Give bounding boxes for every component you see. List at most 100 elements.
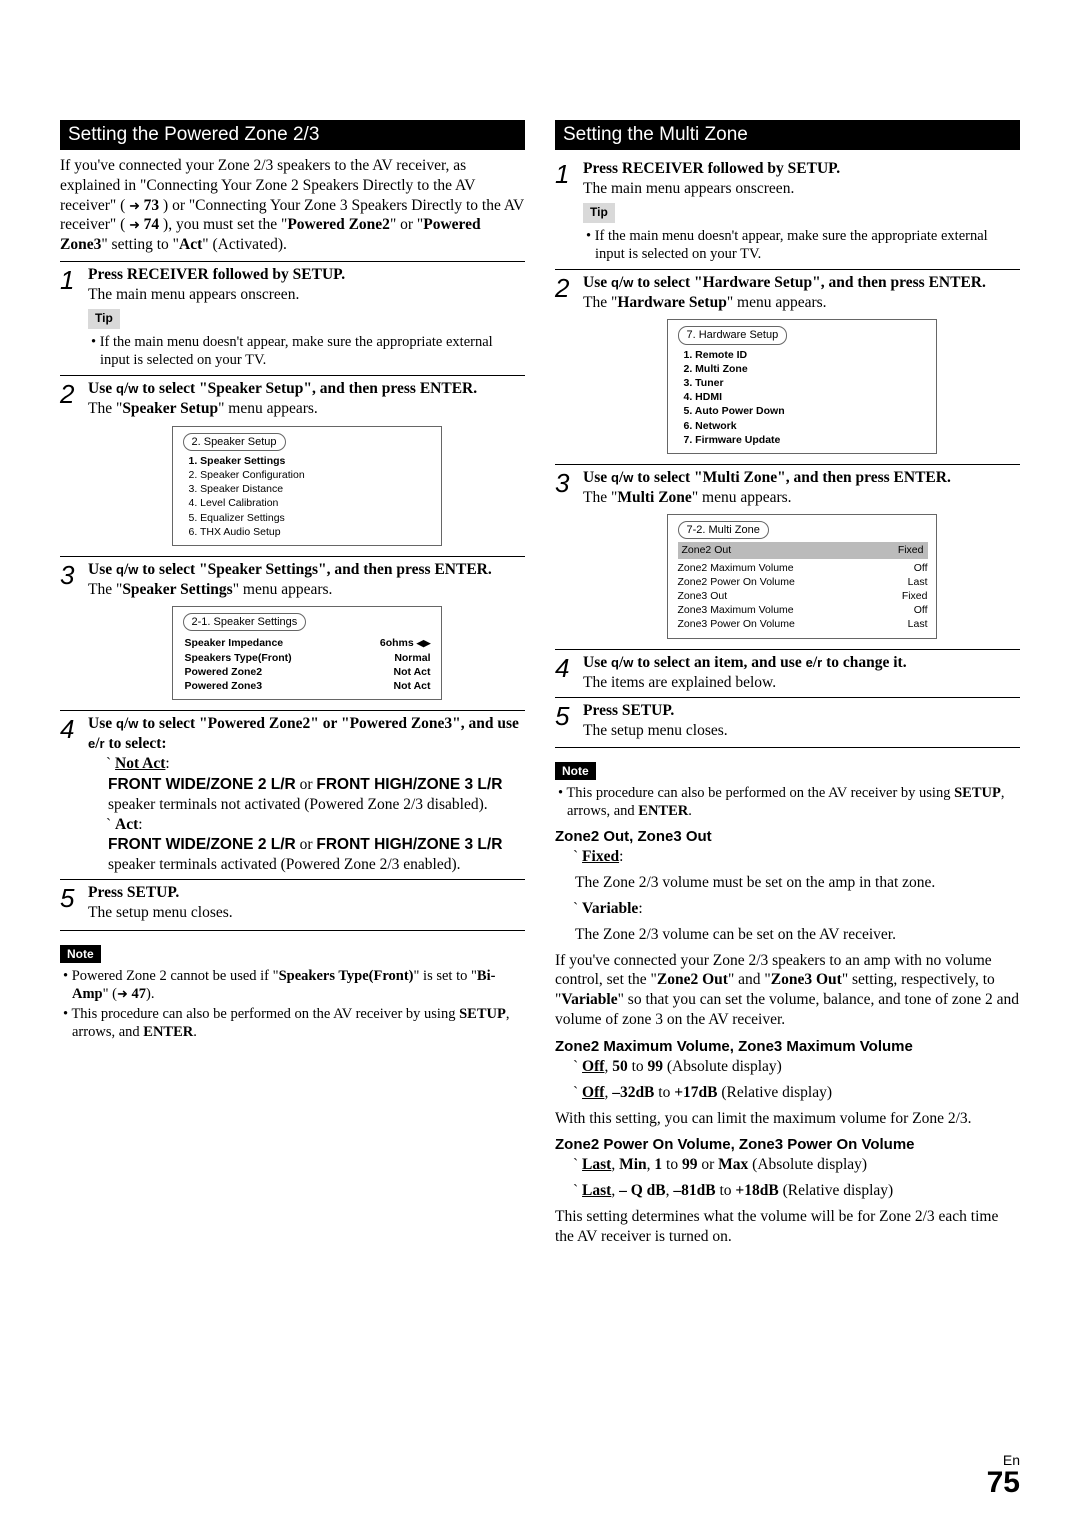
t: : (619, 848, 623, 865)
page-number: En 75 (987, 1452, 1020, 1498)
t: Use (88, 380, 116, 397)
note-bullet: This procedure can also be performed on … (72, 1005, 525, 1041)
up-glyph: q (611, 655, 619, 670)
option: ` Variable: (583, 899, 1020, 919)
option-text: The Zone 2/3 volume must be set on the a… (575, 873, 1020, 893)
t: This procedure can also be performed on … (566, 785, 954, 801)
page-ref: 47 (132, 986, 147, 1002)
up-glyph: q (116, 716, 124, 731)
note-bullet: Powered Zone 2 cannot be used if "Speake… (72, 967, 525, 1003)
t: Act (179, 236, 202, 253)
t: Speakers Type(Front) (279, 968, 414, 984)
page-ref-icon: ➜ (129, 217, 144, 232)
menu-row: Zone3 Power On Volume Last (678, 617, 928, 631)
step-title: Use q/w to select "Speaker Setup", and t… (88, 379, 525, 399)
v: Not Act (394, 679, 431, 693)
t: to select "Speaker Setup", and then pres… (138, 380, 477, 397)
t: or (697, 1156, 718, 1173)
step-1: 1 Press RECEIVER followed by SETUP. The … (60, 261, 525, 371)
step-title: Press SETUP. (583, 701, 1020, 721)
step-3: 3 Use q/w to select "Multi Zone", and th… (555, 464, 1020, 645)
step-number: 5 (60, 883, 88, 911)
step-text: The main menu appears onscreen. (88, 285, 525, 305)
v: Off (914, 561, 928, 575)
option-line: ` Off, 50 to 99 (Absolute display) (583, 1057, 1020, 1077)
step-title: Use q/w to select an item, and use e/r t… (583, 653, 1020, 673)
note-bullet: This procedure can also be performed on … (567, 784, 1020, 820)
v: 6ohms ◀▶ (380, 636, 431, 650)
t: 99 (648, 1058, 664, 1075)
menu-title: 7-2. Multi Zone (678, 521, 769, 539)
menu-row: Zone2 Power On VolumeLast (678, 575, 928, 589)
subheading: Zone2 Out, Zone3 Out (555, 828, 1020, 845)
option-text: The Zone 2/3 volume can be set on the AV… (575, 925, 1020, 945)
t: – Q dB (619, 1182, 666, 1199)
step-2: 2 Use q/w to select "Hardware Setup", an… (555, 269, 1020, 460)
t: SETUP (954, 785, 1001, 801)
k: Speaker Impedance (185, 636, 284, 650)
menu-row: Powered Zone3Not Act (185, 679, 431, 693)
v: Last (908, 617, 928, 631)
menu-row: Zone2 Maximum VolumeOff (678, 561, 928, 575)
k: Zone3 Power On Volume (678, 617, 795, 631)
step-title: Use q/w to select "Hardware Setup", and … (583, 273, 1020, 293)
step-number: 4 (555, 653, 583, 681)
menu-item: 3. Speaker Distance (189, 482, 433, 496)
down-glyph: w (128, 716, 138, 731)
v: Off (914, 603, 928, 617)
step-text: The "Hardware Setup" menu appears. (583, 293, 1020, 313)
t: ). (146, 986, 154, 1002)
t: " menu appears. (233, 581, 333, 598)
option-text: FRONT WIDE/ZONE 2 L/R or FRONT HIGH/ZONE… (108, 835, 525, 875)
t: : (165, 755, 169, 772)
step-2: 2 Use q/w to select "Speaker Setup", and… (60, 375, 525, 552)
t: The " (88, 400, 122, 417)
right-column: Setting the Multi Zone 1 Press RECEIVER … (555, 120, 1020, 1253)
t: ENTER (638, 803, 688, 819)
t: Speaker Settings (122, 581, 232, 598)
paragraph: With this setting, you can limit the max… (555, 1109, 1020, 1129)
t: +17dB (674, 1084, 717, 1101)
t: FRONT WIDE/ZONE 2 L/R (108, 836, 296, 853)
t: Hardware Setup (617, 294, 727, 311)
step-title: Press SETUP. (88, 883, 525, 903)
v: Fixed (898, 543, 924, 557)
t: to select "Speaker Settings", and then p… (138, 561, 491, 578)
page-content: Setting the Powered Zone 2/3 If you've c… (0, 0, 1080, 1293)
t: 6ohms (380, 637, 414, 649)
t: " setting to " (101, 236, 179, 253)
note-label: Note (60, 945, 101, 963)
v: Fixed (902, 589, 928, 603)
up-glyph: q (116, 562, 124, 577)
t: " (Activated). (202, 236, 287, 253)
t: The " (583, 294, 617, 311)
t: to (628, 1058, 648, 1075)
menu-item: 6. THX Audio Setup (189, 525, 433, 539)
step-number: 1 (60, 265, 88, 293)
menu-item: 1. Remote ID (684, 348, 928, 362)
menu-title: 2-1. Speaker Settings (183, 613, 307, 631)
t: or (296, 776, 317, 793)
t: " or " (390, 216, 423, 233)
t: FRONT WIDE/ZONE 2 L/R (108, 776, 296, 793)
t: –32dB (612, 1084, 654, 1101)
t: Min (619, 1156, 647, 1173)
note-label: Note (555, 762, 596, 780)
t: Variable (561, 991, 617, 1008)
step-title: Use q/w to select "Powered Zone2" or "Po… (88, 714, 525, 754)
paragraph: This setting determines what the volume … (555, 1207, 1020, 1247)
selected-row: Zone2 OutFixed (678, 542, 928, 558)
t: to select "Multi Zone", and then press E… (633, 469, 950, 486)
t: Use (583, 274, 611, 291)
k: Powered Zone2 (185, 665, 263, 679)
t: Last (582, 1156, 611, 1173)
t: This procedure can also be performed on … (71, 1006, 459, 1022)
subheading: Zone2 Power On Volume, Zone3 Power On Vo… (555, 1136, 1020, 1153)
option: ` Not Act: (116, 754, 525, 774)
paragraph: If you've connected your Zone 2/3 speake… (555, 951, 1020, 1030)
step-title: Use q/w to select "Multi Zone", and then… (583, 468, 1020, 488)
menu-row: Zone3 OutFixed (678, 589, 928, 603)
k: Zone2 Power On Volume (678, 575, 795, 589)
t: " menu appears. (727, 294, 827, 311)
t: to select: (105, 735, 167, 752)
